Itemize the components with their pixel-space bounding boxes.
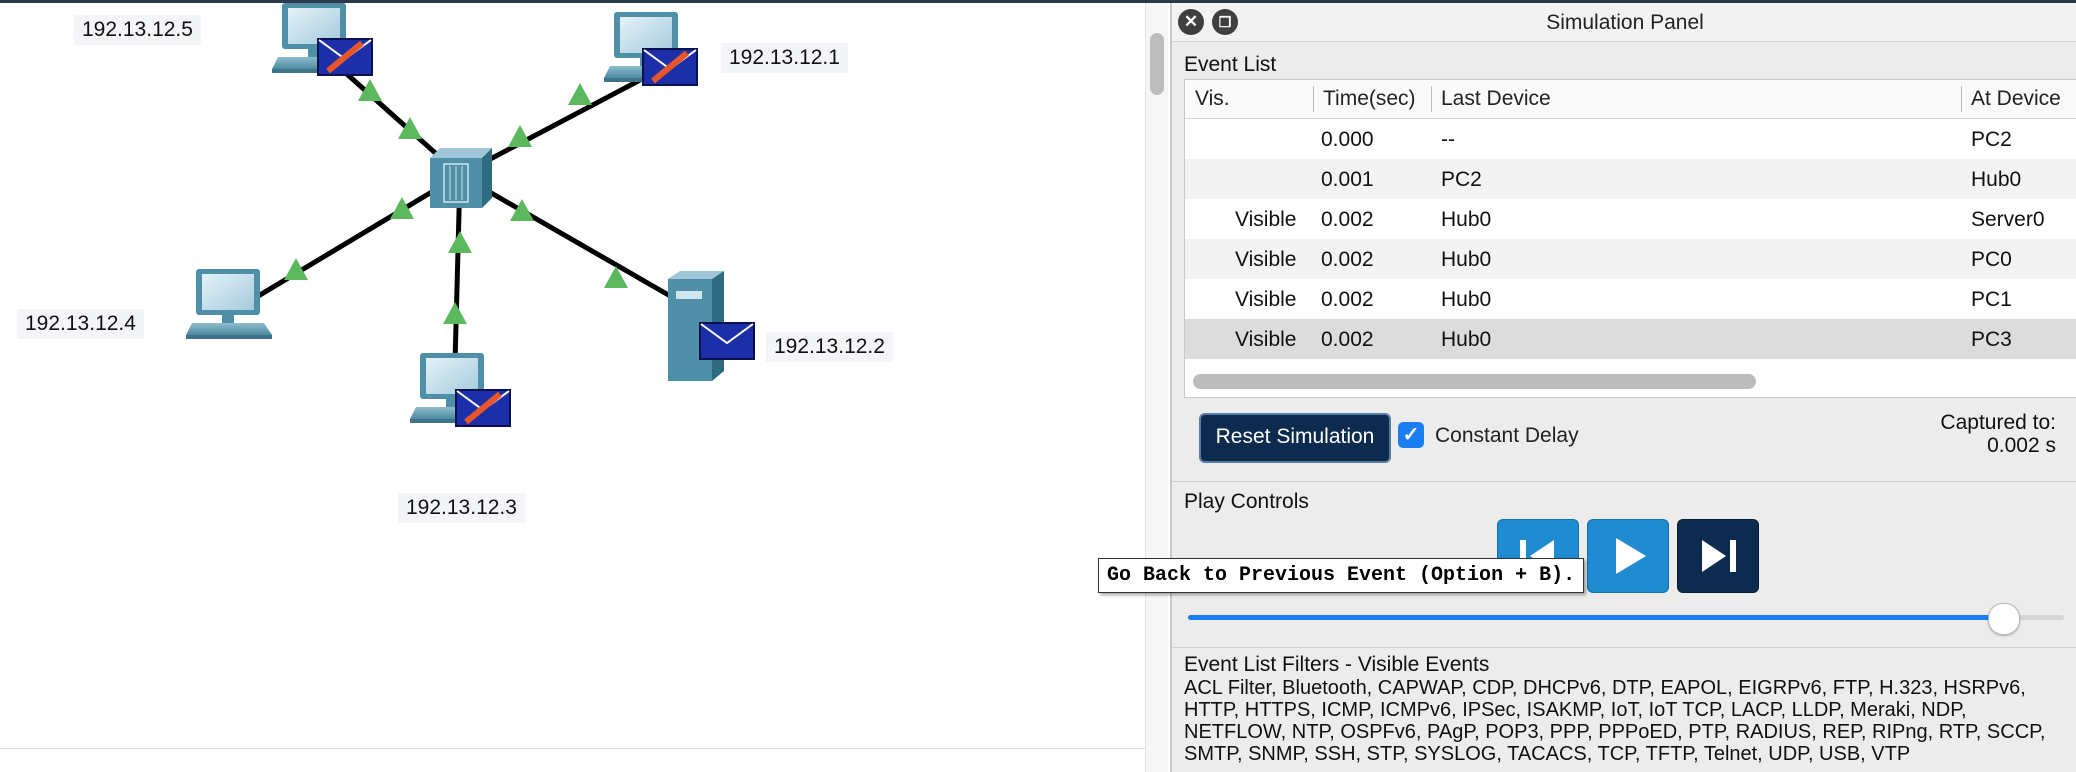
step-forward-button[interactable] bbox=[1677, 519, 1759, 593]
ip-label-pc-top-right: 192.13.12.1 bbox=[721, 43, 848, 73]
cell-last-device: Hub0 bbox=[1441, 248, 1492, 271]
link-up-arrow bbox=[448, 231, 472, 253]
table-horizontal-scrollbar[interactable] bbox=[1193, 374, 2069, 390]
cell-time: 0.001 bbox=[1321, 168, 1374, 191]
event-list-title: Event List bbox=[1184, 53, 1277, 76]
table-row-selected[interactable]: Visible 0.002 Hub0 PC3 bbox=[1185, 319, 2076, 359]
packet-envelope-dropped bbox=[318, 39, 372, 75]
cell-last-device: Hub0 bbox=[1441, 288, 1492, 311]
speed-slider-knob[interactable] bbox=[1988, 603, 2020, 635]
cell-time: 0.002 bbox=[1321, 288, 1374, 311]
cell-vis: Visible bbox=[1235, 248, 1297, 271]
captured-to-label: Captured to: bbox=[1940, 411, 2056, 434]
section-divider bbox=[1172, 647, 2076, 648]
step-forward-icon bbox=[1702, 540, 1736, 572]
link-up-arrow bbox=[443, 302, 467, 324]
table-row[interactable]: 0.000 -- PC2 bbox=[1185, 119, 2076, 159]
event-list-table[interactable]: Vis. Time(sec) Last Device At Device 0.0… bbox=[1184, 79, 2076, 398]
simulation-panel: ✕ ❐ Simulation Panel Event List Vis. Tim… bbox=[1170, 3, 2076, 772]
cell-time: 0.002 bbox=[1321, 248, 1374, 271]
canvas-scroll-thumb[interactable] bbox=[1150, 33, 1164, 95]
topology-canvas[interactable]: 192.13.12.5 192.13.12.1 192.13.12.4 192.… bbox=[0, 3, 1145, 772]
column-header-last-device[interactable]: Last Device bbox=[1441, 87, 1551, 111]
cell-at-device: PC0 bbox=[1971, 248, 2012, 271]
play-icon bbox=[1616, 538, 1646, 574]
cell-at-device: PC1 bbox=[1971, 288, 2012, 311]
table-row[interactable]: Visible 0.002 Hub0 PC1 bbox=[1185, 279, 2076, 319]
cell-vis: Visible bbox=[1235, 288, 1297, 311]
link-up-arrow bbox=[390, 197, 414, 219]
packet-envelope-dropped bbox=[643, 49, 697, 85]
cell-at-device: Server0 bbox=[1971, 208, 2045, 231]
table-row[interactable]: 0.001 PC2 Hub0 bbox=[1185, 159, 2076, 199]
table-row[interactable]: Visible 0.002 Hub0 Server0 bbox=[1185, 199, 2076, 239]
column-header-at-device[interactable]: At Device bbox=[1971, 87, 2061, 111]
table-row[interactable]: Visible 0.002 Hub0 PC0 bbox=[1185, 239, 2076, 279]
play-button[interactable] bbox=[1587, 519, 1669, 593]
cell-time: 0.002 bbox=[1321, 328, 1374, 351]
topology-diagram bbox=[186, 3, 755, 772]
hub-device bbox=[430, 148, 492, 208]
cell-at-device: Hub0 bbox=[1971, 168, 2022, 191]
cell-at-device: PC2 bbox=[1971, 128, 2012, 151]
cell-at-device: PC3 bbox=[1971, 328, 2012, 351]
link-up-arrow bbox=[568, 83, 592, 105]
column-divider[interactable] bbox=[1961, 86, 1962, 112]
cell-last-device: PC2 bbox=[1441, 168, 1482, 191]
column-header-vis[interactable]: Vis. bbox=[1195, 87, 1230, 111]
table-header: Vis. Time(sec) Last Device At Device bbox=[1185, 80, 2076, 119]
ip-label-pc-left: 192.13.12.4 bbox=[17, 309, 144, 339]
section-divider bbox=[1172, 481, 2076, 482]
cell-last-device: Hub0 bbox=[1441, 208, 1492, 231]
event-filters-title: Event List Filters - Visible Events bbox=[1184, 653, 1490, 676]
column-header-time[interactable]: Time(sec) bbox=[1323, 87, 1416, 111]
table-scroll-thumb[interactable] bbox=[1193, 374, 1756, 389]
constant-delay-checkbox[interactable]: ✓ bbox=[1398, 422, 1424, 448]
ip-label-server: 192.13.12.2 bbox=[766, 332, 893, 362]
play-controls-title: Play Controls bbox=[1184, 490, 1309, 513]
cell-vis: Visible bbox=[1235, 208, 1297, 231]
canvas-bottom-divider bbox=[0, 748, 1145, 749]
captured-to-value: 0.002 s bbox=[1987, 434, 2056, 457]
canvas-vertical-scrollbar[interactable] bbox=[1145, 3, 1168, 772]
link-up-arrow bbox=[510, 199, 534, 221]
column-divider[interactable] bbox=[1431, 86, 1432, 112]
ip-label-pc-bottom: 192.13.12.3 bbox=[398, 493, 525, 523]
panel-title: Simulation Panel bbox=[1546, 11, 1704, 34]
constant-delay-label[interactable]: Constant Delay bbox=[1435, 424, 1579, 448]
cell-vis: Visible bbox=[1235, 328, 1297, 351]
cell-time: 0.000 bbox=[1321, 128, 1374, 151]
step-back-tooltip: Go Back to Previous Event (Option + B). bbox=[1098, 558, 1585, 593]
column-divider[interactable] bbox=[1313, 86, 1314, 112]
packet-envelope bbox=[699, 322, 755, 360]
panel-title-bar: ✕ ❐ Simulation Panel bbox=[1172, 3, 2076, 42]
ip-label-pc-top-left: 192.13.12.5 bbox=[74, 15, 201, 45]
speed-slider-fill bbox=[1188, 615, 2004, 620]
pc-device-left bbox=[186, 269, 272, 339]
cell-last-device: -- bbox=[1441, 128, 1455, 151]
link-up-arrow bbox=[508, 125, 532, 147]
packet-envelope-dropped bbox=[456, 390, 510, 426]
cell-last-device: Hub0 bbox=[1441, 328, 1492, 351]
cell-time: 0.002 bbox=[1321, 208, 1374, 231]
reset-simulation-button[interactable]: Reset Simulation bbox=[1199, 413, 1391, 463]
visible-events-list: ACL Filter, Bluetooth, CAPWAP, CDP, DHCP… bbox=[1184, 677, 2046, 765]
